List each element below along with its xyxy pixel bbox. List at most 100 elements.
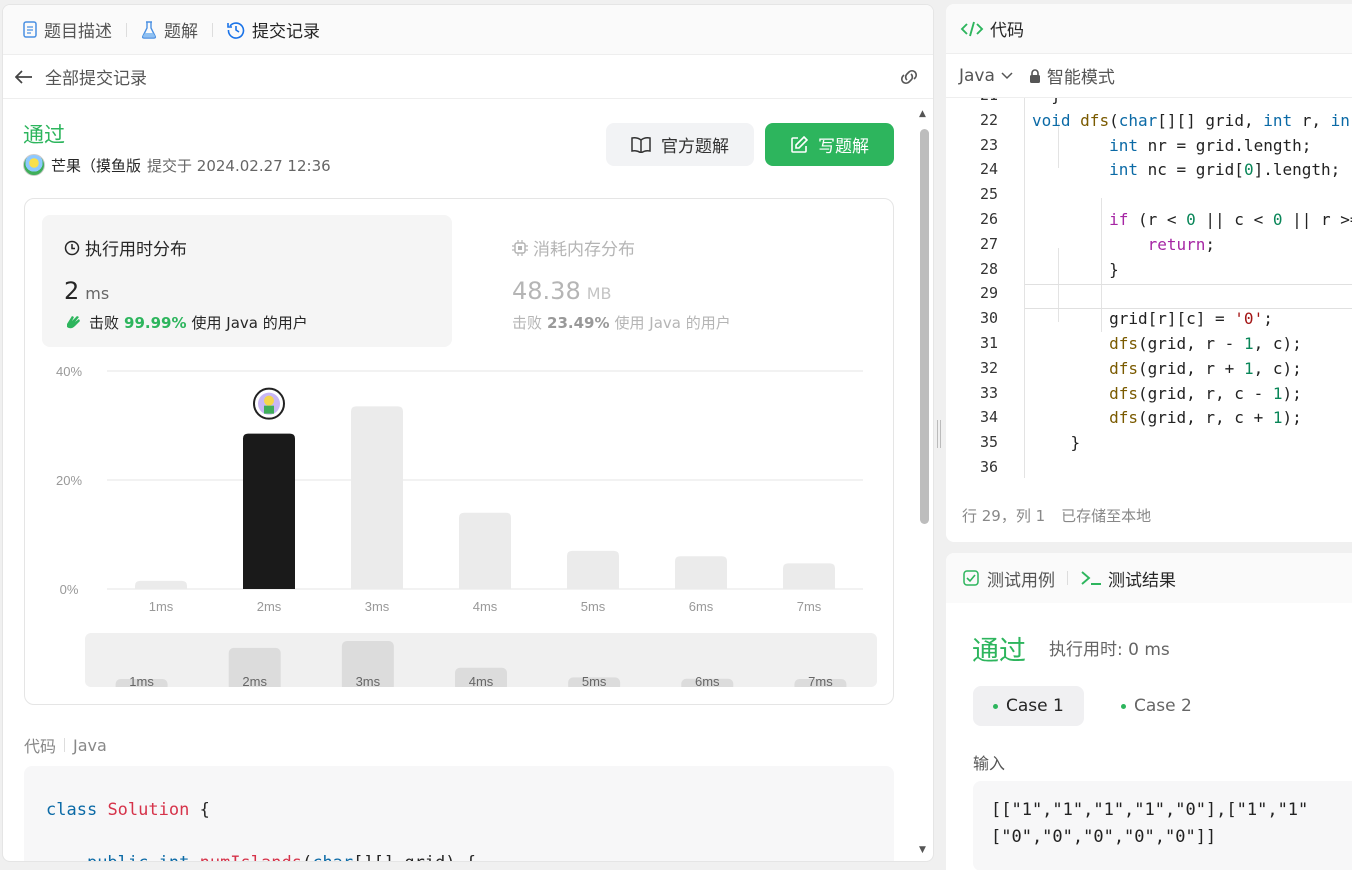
tab-testcases-label: 测试用例	[987, 570, 1055, 591]
link-icon[interactable]	[897, 69, 921, 85]
line-number: 27	[979, 234, 998, 253]
code-line[interactable]: }	[1032, 98, 1061, 105]
code-line[interactable]: int nc = grid[0].length;	[1032, 160, 1340, 179]
scroll-up-icon[interactable]: ▲	[919, 109, 926, 119]
code-line[interactable]: }	[1032, 260, 1119, 279]
write-solution-button[interactable]: 写题解	[765, 123, 894, 166]
submitted-time: 提交于 2024.02.27 12:36	[147, 156, 331, 175]
smart-mode-toggle[interactable]: 智能模式	[1029, 63, 1115, 88]
line-number: 35	[979, 433, 998, 452]
tab-test-result[interactable]: 测试结果	[1080, 566, 1176, 591]
input-value-box[interactable]: [["1","1","1","1","0"],["1","1" ["0","0",…	[973, 781, 1352, 870]
memory-distribution-box[interactable]: 消耗内存分布 48.38 MB 击败 23.49% 使用 Java 的用户	[490, 215, 790, 347]
code-line[interactable]: void dfs(char[][] grid, int r, in	[1032, 111, 1350, 130]
chart-brush-scroller[interactable]: 1ms 2ms 3ms 4ms 5ms 6ms 7ms	[85, 633, 877, 687]
runtime-unit: ms	[85, 284, 110, 303]
tab-description-label: 题目描述	[44, 22, 112, 42]
brush-label: 3ms	[356, 674, 381, 687]
back-arrow-icon[interactable]	[15, 69, 33, 84]
input-line: [["1","1","1","1","0"],["1","1"	[991, 800, 1309, 820]
memory-beats-prefix: 击败	[512, 314, 543, 332]
pass-dot-icon	[1121, 703, 1126, 709]
chart-bar[interactable]	[459, 512, 511, 589]
x-tick-label: 1ms	[149, 599, 174, 614]
language-select[interactable]: Java	[959, 66, 1013, 86]
line-number: 30	[979, 309, 998, 328]
document-icon	[23, 21, 37, 38]
runtime-beats: 击败 99.99% 使用 Java 的用户	[64, 312, 308, 333]
case-1-tab[interactable]: Case 1	[973, 686, 1084, 726]
submissions-subbar: 全部提交记录	[3, 55, 933, 99]
submitter-row: 芒果（摸鱼版 提交于 2024.02.27 12:36	[23, 154, 331, 176]
line-number: 22	[979, 110, 998, 129]
pass-dot-icon	[993, 703, 998, 709]
line-number: 31	[979, 334, 998, 352]
code-token: numIslands	[200, 853, 302, 861]
scroll-down-icon[interactable]: ▼	[919, 845, 926, 855]
clap-icon	[67, 315, 80, 328]
official-solution-button[interactable]: 官方题解	[606, 123, 754, 166]
code-line[interactable]: dfs(grid, r + 1, c);	[1032, 359, 1302, 378]
code-token: {	[189, 800, 210, 820]
all-submissions-link[interactable]: 全部提交记录	[45, 64, 147, 89]
y-tick-label: 20%	[56, 473, 82, 488]
brush-svg[interactable]: 1ms 2ms 3ms 4ms 5ms 6ms 7ms	[85, 633, 877, 687]
code-line[interactable]: return;	[1032, 235, 1215, 254]
performance-card: 执行用时分布 2 ms 击败 99.99% 使用 Java 的用户 消耗内存分布 …	[24, 198, 894, 705]
editor-title: 代码	[990, 21, 1024, 41]
chart-bar[interactable]	[675, 556, 727, 589]
submitted-code[interactable]: class Solution { public int numIslands(c…	[24, 766, 894, 861]
chart-bar[interactable]	[243, 433, 295, 589]
user-marker-body	[264, 405, 274, 414]
gutter-divider	[1024, 98, 1025, 478]
chip-icon	[512, 239, 528, 256]
code-line[interactable]: if (r < 0 || c < 0 || r >=	[1032, 210, 1352, 229]
chart-bar[interactable]	[567, 550, 619, 589]
runtime-title: 执行用时分布	[64, 235, 187, 260]
code-line[interactable]: dfs(grid, r, c - 1);	[1032, 384, 1302, 403]
lock-icon	[1029, 68, 1040, 83]
panel-resize-handle[interactable]	[937, 420, 941, 448]
tab-separator	[212, 22, 213, 37]
tab-submissions[interactable]: 提交记录	[223, 17, 324, 42]
submitter-name[interactable]: 芒果（摸鱼版	[51, 155, 141, 176]
editor-header: 代码	[946, 4, 1352, 54]
avatar[interactable]	[23, 154, 45, 176]
code-line: class Solution {	[46, 784, 872, 837]
code-token: public	[87, 853, 148, 861]
scrollbar-thumb[interactable]	[920, 129, 929, 524]
left-scrollbar[interactable]: ▲ ▼	[915, 99, 933, 861]
line-number: 29	[979, 284, 998, 303]
memory-title-text: 消耗内存分布	[533, 240, 635, 260]
code-line[interactable]: grid[r][c] = '0';	[1032, 309, 1273, 328]
left-panel: 题目描述 题解 提交记录 全部提交记录 通过 芒果（摸鱼版 提交于 2024.0…	[2, 4, 934, 862]
chart-bar[interactable]	[351, 406, 403, 589]
chart-bar[interactable]	[783, 563, 835, 589]
line-number: 33	[979, 383, 998, 402]
y-tick-label: 40%	[56, 364, 82, 379]
chart-bar[interactable]	[135, 580, 187, 589]
case-2-tab[interactable]: Case 2	[1101, 686, 1212, 726]
code-line[interactable]: dfs(grid, r - 1, c);	[1032, 334, 1302, 353]
user-marker-face	[264, 395, 274, 406]
editor-code-area[interactable]: 21 } 22 void dfs(char[][] grid, int r, in 2…	[946, 98, 1352, 478]
tab-solutions[interactable]: 题解	[137, 17, 202, 42]
code-line[interactable]: }	[1032, 433, 1081, 452]
code-token: class	[46, 800, 98, 820]
tab-description[interactable]: 题目描述	[19, 17, 116, 42]
x-tick-label: 7ms	[797, 599, 822, 614]
code-token: [][] grid) {	[353, 853, 476, 861]
runtime-value: 2 ms	[64, 277, 109, 305]
save-status: 已存储至本地	[1061, 507, 1152, 525]
brush-label: 5ms	[582, 674, 607, 687]
code-line[interactable]: dfs(grid, r, c + 1);	[1032, 408, 1302, 427]
smart-mode-label: 智能模式	[1046, 68, 1115, 88]
code-token: int	[159, 853, 190, 861]
memory-title: 消耗内存分布	[512, 235, 635, 260]
runtime-title-text: 执行用时分布	[85, 240, 187, 260]
tab-testcases[interactable]: 测试用例	[963, 566, 1055, 591]
code-line[interactable]: int nr = grid.length;	[1032, 136, 1311, 155]
memory-beats-suffix: 使用 Java 的用户	[614, 314, 731, 332]
tab-separator	[1067, 571, 1068, 585]
runtime-distribution-box[interactable]: 执行用时分布 2 ms 击败 99.99% 使用 Java 的用户	[42, 215, 452, 347]
